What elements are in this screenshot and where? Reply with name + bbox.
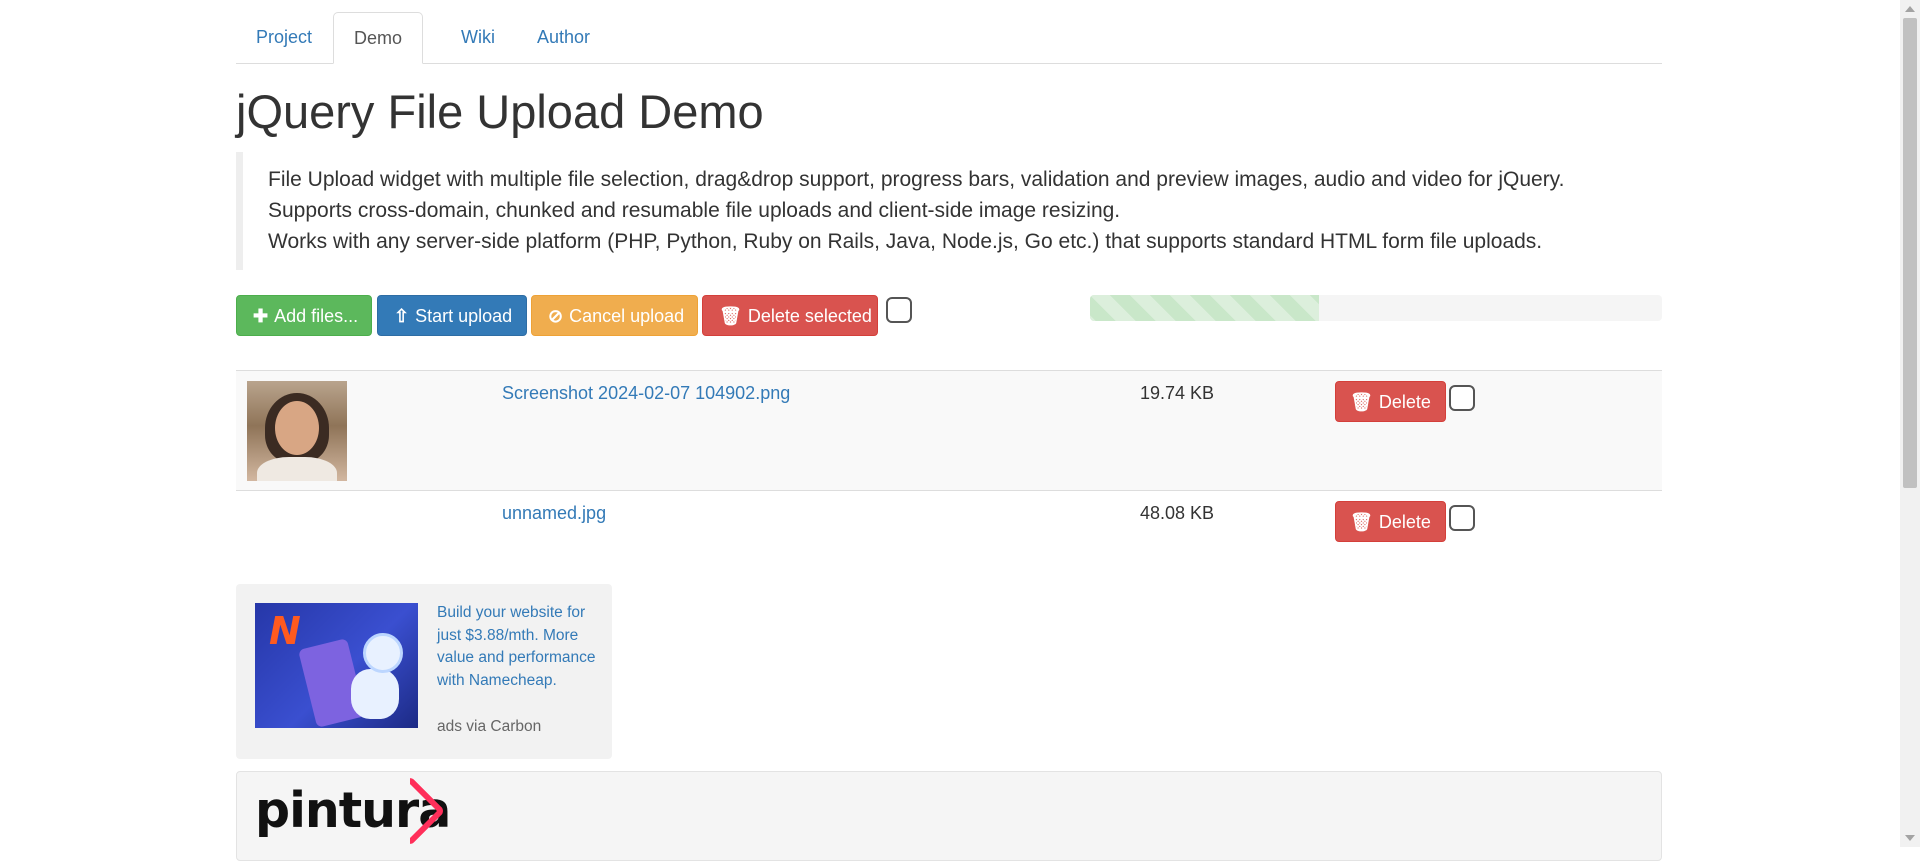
description-line: Supports cross-domain, chunked and resum… [268,199,1121,222]
table-row: unnamed.jpg 48.08 KB 🗑 Delete [236,490,1662,558]
description-line: File Upload widget with multiple file se… [268,168,1565,191]
scrollbar-thumb[interactable] [1903,18,1917,488]
page-scrollbar[interactable] [1900,0,1920,847]
description-blockquote: File Upload widget with multiple file se… [236,152,1662,270]
cancel-upload-label: Cancel upload [569,306,685,326]
ad-illustration-astronaut [351,669,399,719]
file-select-checkbox[interactable] [1449,505,1475,531]
progress-fill [1090,295,1319,321]
file-name-link[interactable]: unnamed.jpg [502,503,606,524]
namecheap-logo-icon: N [269,609,301,653]
add-files-button[interactable]: ✚ Add files... [236,295,372,336]
preview-face [275,401,319,455]
add-files-label: Add files... [274,306,359,326]
ad-illustration-helmet [363,633,403,673]
preview-body [257,457,337,481]
ad-image[interactable]: N [255,603,418,728]
ad-text-link[interactable]: Build your website for just $3.88/mth. M… [437,602,597,693]
delete-file-label: Delete [1378,512,1431,532]
carbon-ad: N Build your website for just $3.88/mth.… [236,584,612,759]
nav-tabs: Project Demo Wiki Author [236,12,1662,64]
start-upload-button[interactable]: ⇧ Start upload [377,295,527,336]
file-size: 48.08 KB [1140,503,1215,523]
file-preview-image[interactable] [247,381,347,481]
scroll-down-icon[interactable] [1905,835,1915,841]
tab-wiki[interactable]: Wiki [441,12,515,62]
upload-icon: ⇧ [394,306,410,326]
description-line: Works with any server-side platform (PHP… [268,230,1543,253]
file-name-link[interactable]: Screenshot 2024-02-07 104902.png [502,383,790,404]
file-select-checkbox[interactable] [1449,385,1475,411]
tab-demo[interactable]: Demo [333,12,424,64]
plus-icon: ✚ [253,306,269,326]
ban-icon: ⊘ [548,306,564,326]
delete-file-label: Delete [1378,392,1431,412]
table-row: Screenshot 2024-02-07 104902.png 19.74 K… [236,370,1662,490]
select-all-checkbox[interactable] [886,297,912,323]
global-progress-bar [1090,295,1662,321]
trash-icon: 🗑 [1350,392,1373,412]
cancel-upload-button[interactable]: ⊘ Cancel upload [531,295,698,336]
start-upload-label: Start upload [415,306,513,326]
tab-author[interactable]: Author [517,12,610,62]
scroll-up-icon[interactable] [1905,6,1915,12]
ad-via-label[interactable]: ads via Carbon [437,718,541,736]
page-title: jQuery File Upload Demo [236,85,764,138]
delete-selected-button[interactable]: 🗑 Delete selected [702,295,878,336]
trash-icon: 🗑 [719,306,742,326]
delete-file-button[interactable]: 🗑 Delete [1335,381,1446,422]
file-size: 19.74 KB [1140,383,1215,403]
delete-file-button[interactable]: 🗑 Delete [1335,501,1446,542]
sponsor-banner[interactable]: pintura [236,771,1662,861]
delete-selected-label: Delete selected [747,306,872,326]
tab-project[interactable]: Project [236,12,332,62]
trash-icon: 🗑 [1350,512,1373,532]
